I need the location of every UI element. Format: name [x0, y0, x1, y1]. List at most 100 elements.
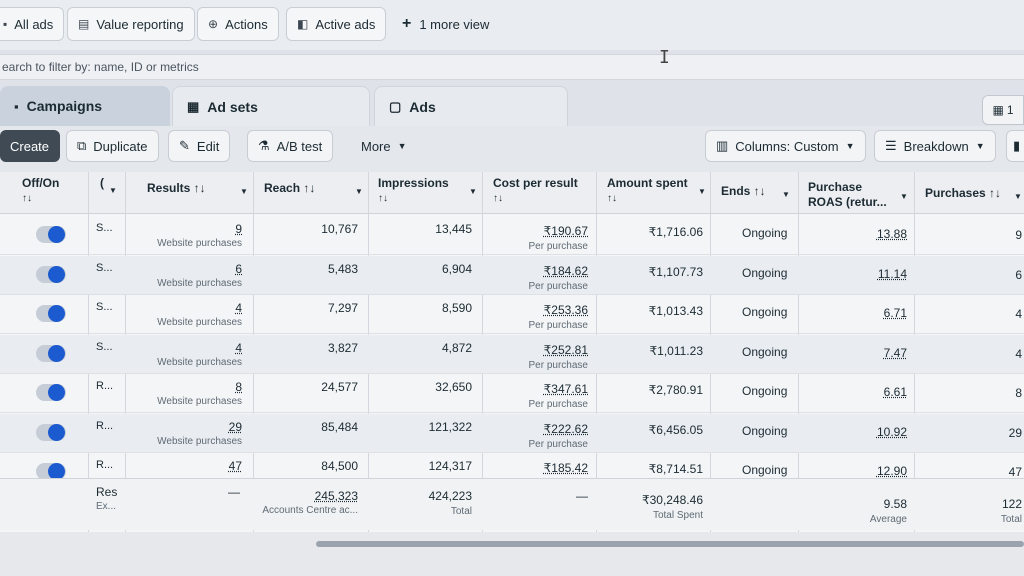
campaign-toggle[interactable]	[36, 423, 66, 441]
roas-value[interactable]: 7.47	[884, 346, 907, 360]
results-label: Website purchases	[157, 277, 242, 289]
reach-value: 5,483	[327, 261, 358, 276]
campaign-name[interactable]: S...	[96, 341, 113, 353]
caret-down-icon: ▼	[900, 192, 908, 201]
search-bar	[0, 54, 1024, 80]
header-cost-per-result[interactable]: Cost per result ↑↓	[493, 176, 578, 206]
reach-value: 10,767	[321, 222, 358, 236]
campaign-name[interactable]: S...	[96, 222, 113, 234]
results-value[interactable]: 29	[229, 420, 242, 434]
totals-purchases-label: Total	[1000, 514, 1022, 525]
reports-button[interactable]: ▮	[1006, 130, 1024, 162]
roas-value[interactable]: 12.90	[877, 464, 907, 478]
results-value[interactable]: 9	[235, 222, 242, 236]
cost-value[interactable]: ₹184.62	[544, 264, 588, 278]
table-row[interactable]: S... 9 Website purchases 10,767 13,445 ₹190.6…	[0, 216, 1024, 255]
totals-impressions-label: Total	[450, 506, 472, 517]
toggle-knob	[48, 265, 65, 283]
header-off-on[interactable]: Off/On ↑↓	[22, 176, 59, 206]
view-options-button[interactable]: ▦ 1	[982, 95, 1024, 125]
duplicate-button[interactable]: ⧉ Duplicate	[66, 130, 159, 162]
header-reach[interactable]: Reach ↑↓	[264, 181, 315, 196]
view-active-ads[interactable]: ◧ Active ads	[286, 7, 387, 41]
spent-value: ₹2,780.91	[648, 383, 703, 397]
actions-icon: ⊕	[208, 17, 219, 31]
ends-value: Ongoing	[742, 423, 788, 438]
table-row[interactable]: S... 4 Website purchases 3,827 4,872 ₹252.81 P…	[0, 334, 1024, 374]
campaign-toggle[interactable]	[36, 384, 66, 401]
view-all-ads[interactable]: ▪ All ads	[0, 7, 65, 41]
totals-row: Res Ex... — 245,323 Accounts Centre ac..…	[0, 478, 1024, 530]
header-results[interactable]: Results ↑↓	[147, 181, 206, 196]
breakdown-icon: ☰	[885, 138, 897, 153]
spent-value: ₹1,716.06	[648, 225, 703, 239]
table-row[interactable]: R... 8 Website purchases 24,577 32,650 ₹347.6…	[0, 374, 1024, 413]
more-view-link[interactable]: + 1 more view	[402, 16, 489, 32]
header-impressions[interactable]: Impressions ↑↓	[378, 176, 449, 206]
roas-value[interactable]: 6.71	[884, 306, 907, 320]
ends-value: Ongoing	[742, 226, 788, 240]
header-name[interactable]: (	[100, 176, 104, 191]
roas-value[interactable]: 6.61	[884, 385, 907, 399]
roas-value[interactable]: 13.88	[877, 227, 907, 241]
tab-campaigns[interactable]: ▪ Campaigns	[0, 86, 170, 126]
table-row[interactable]: S... 4 Website purchases 7,297 8,590 ₹253.36 P…	[0, 295, 1024, 334]
caret-down-icon: ▼	[1014, 192, 1022, 201]
view-actions[interactable]: ⊕ Actions	[197, 7, 279, 41]
campaign-toggle[interactable]	[36, 226, 66, 243]
spent-value: ₹6,456.05	[648, 422, 703, 437]
campaign-name[interactable]: R...	[96, 420, 113, 432]
totals-roas: 9.58	[883, 497, 907, 511]
campaign-name[interactable]: S...	[96, 301, 113, 313]
edit-button[interactable]: ✎ Edit	[168, 130, 231, 162]
campaign-name[interactable]: R...	[96, 380, 113, 392]
cost-value[interactable]: ₹347.61	[544, 382, 588, 396]
tab-ads[interactable]: ▢ Ads	[374, 86, 568, 126]
cost-value[interactable]: ₹222.62	[544, 422, 588, 436]
search-input[interactable]	[0, 55, 600, 79]
campaign-toggle[interactable]	[36, 265, 66, 283]
cost-value[interactable]: ₹190.67	[544, 224, 588, 238]
breakdown-button[interactable]: ☰ Breakdown ▼	[874, 130, 996, 162]
ends-value: Ongoing	[742, 344, 788, 359]
cost-value[interactable]: ₹252.81	[544, 343, 588, 357]
table-row[interactable]: S... 6 Website purchases 5,483 6,904 ₹184.62 P…	[0, 255, 1024, 295]
impressions-value: 13,445	[435, 222, 472, 236]
impressions-value: 32,650	[435, 380, 472, 394]
toolbar: Create ⧉ Duplicate ✎ Edit ⚗ A/B test Mor…	[0, 126, 1024, 172]
view-value-reporting[interactable]: ▤ Value reporting	[67, 7, 195, 41]
results-label: Website purchases	[157, 356, 242, 368]
roas-value[interactable]: 11.14	[878, 267, 907, 281]
impressions-value: 124,317	[428, 459, 472, 473]
results-value[interactable]: 6	[235, 262, 242, 276]
results-value[interactable]: 47	[229, 459, 242, 473]
campaign-name[interactable]: R...	[96, 459, 113, 471]
results-value[interactable]: 4	[235, 341, 242, 355]
horizontal-scrollbar[interactable]	[316, 541, 1024, 547]
header-purchase-roas[interactable]: Purchase ROAS (retur...	[808, 180, 887, 210]
create-button[interactable]: Create	[0, 130, 60, 162]
cost-value[interactable]: ₹253.36	[544, 303, 588, 317]
header-ends[interactable]: Ends ↑↓	[721, 184, 766, 199]
campaign-toggle[interactable]	[36, 344, 66, 362]
more-button[interactable]: More ▼	[350, 130, 418, 162]
results-label: Website purchases	[157, 238, 242, 249]
table-row[interactable]: R... 29 Website purchases 85,484 121,322 ₹222…	[0, 413, 1024, 453]
results-value[interactable]: 4	[235, 301, 242, 315]
campaign-name[interactable]: S...	[96, 262, 113, 274]
header-amount-spent[interactable]: Amount spent ↑↓	[607, 176, 688, 206]
campaign-toggle[interactable]	[36, 305, 66, 322]
columns-icon: ▥	[716, 138, 729, 153]
results-value[interactable]: 8	[235, 380, 242, 394]
duplicate-icon: ⧉	[77, 138, 87, 153]
header-purchases[interactable]: Purchases ↑↓	[925, 186, 1001, 201]
cost-value[interactable]: ₹185.42	[544, 461, 588, 475]
roas-value[interactable]: 10.92	[877, 425, 907, 439]
caret-down-icon: ▼	[469, 187, 477, 196]
spent-value: ₹8,714.51	[648, 462, 703, 476]
ab-test-button[interactable]: ⚗ A/B test	[247, 130, 334, 162]
totals-roas-label: Average	[869, 514, 907, 525]
tab-ad-sets[interactable]: ▦ Ad sets	[172, 86, 370, 126]
flask-icon: ⚗	[258, 138, 270, 153]
columns-button[interactable]: ▥ Columns: Custom ▼	[705, 130, 866, 162]
